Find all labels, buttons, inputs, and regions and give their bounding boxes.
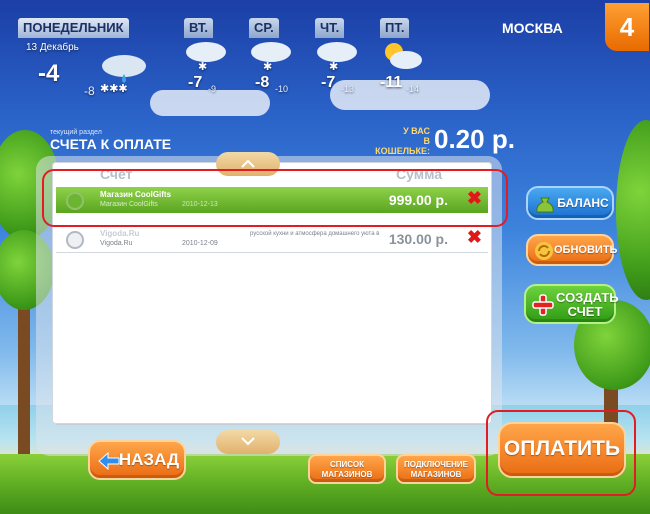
svg-text:✱: ✱ bbox=[198, 60, 207, 73]
refresh-button[interactable]: ОБНОВИТЬ bbox=[526, 234, 618, 266]
kiosk-screen: ПОНЕДЕЛЬНИК 13 Декабрь -4 -8 ✱✱✱ ВТ. ✱ -… bbox=[0, 0, 650, 514]
rain-snow-icon: ✱✱✱ bbox=[100, 55, 146, 94]
weather-day-fri: ПТ. -11 -14 bbox=[380, 18, 440, 98]
highlight-selected-row bbox=[42, 169, 508, 227]
weather-temp: -7 bbox=[188, 74, 203, 91]
weather-temp-low: -10 bbox=[275, 84, 289, 94]
weather-day-label: ЧТ. bbox=[315, 18, 345, 38]
snow-cloud-icon: ✱ bbox=[317, 42, 357, 73]
refresh-button-label: ОБНОВИТЬ bbox=[554, 244, 618, 256]
weather-temp: -11 bbox=[380, 74, 403, 91]
weather-date: 13 Декабрь bbox=[26, 42, 79, 53]
row-radio[interactable] bbox=[66, 231, 84, 249]
section-caption: текущий раздел bbox=[50, 129, 102, 136]
weather-day-thu: ЧТ. ✱ -7 -13 bbox=[315, 18, 375, 98]
tree-right bbox=[616, 120, 650, 300]
weather-day-tue: ВТ. ✱ -7 -9 bbox=[184, 18, 244, 98]
tree-trunk bbox=[18, 300, 30, 470]
row-divider bbox=[56, 252, 488, 253]
back-button[interactable]: НАЗАД bbox=[88, 440, 186, 480]
weather-day-label: ПОНЕДЕЛЬНИК bbox=[18, 18, 129, 38]
chevron-down-icon bbox=[241, 437, 255, 446]
weather-temp: -8 bbox=[255, 74, 270, 91]
row-subtitle: Vigoda.Ru bbox=[100, 240, 133, 247]
wallet-label-line2: В КОШЕЛЬКЕ: bbox=[375, 136, 430, 156]
shops-list-label-line1: СПИСОК bbox=[330, 460, 364, 469]
list-bottom-divider bbox=[56, 424, 488, 425]
row-amount: 130.00 р. bbox=[388, 231, 448, 247]
create-invoice-label-line1: СОЗДАТЬ bbox=[556, 290, 619, 305]
city-name: МОСКВА bbox=[502, 20, 563, 36]
create-invoice-button[interactable]: СОЗДАТЬ СЧЕТ bbox=[524, 284, 619, 324]
weather-day-label: СР. bbox=[249, 18, 279, 38]
svg-text:✱✱✱: ✱✱✱ bbox=[100, 82, 128, 94]
create-invoice-label-line2: СЧЕТ bbox=[567, 304, 603, 319]
weather-temp-low: -9 bbox=[208, 84, 217, 94]
arrow-left-icon bbox=[98, 452, 120, 470]
highlight-pay-button bbox=[486, 410, 636, 496]
table-row[interactable]: Vigoda.Ru Vigoda.Ru 2010-12-09 русской к… bbox=[56, 226, 488, 252]
balance-button-label: БАЛАНС bbox=[557, 196, 609, 210]
delete-icon[interactable]: ✖ bbox=[467, 227, 482, 248]
weather-temp-low: -14 bbox=[406, 84, 420, 94]
connect-shops-label-line2: МАГАЗИНОВ bbox=[410, 470, 462, 479]
weather-temp-low: -13 bbox=[341, 84, 355, 94]
balance-button[interactable]: БАЛАНС bbox=[526, 186, 614, 220]
svg-text:✱: ✱ bbox=[263, 60, 272, 73]
wallet-label-line1: У ВАС bbox=[403, 126, 430, 136]
wallet-label: У ВАС В КОШЕЛЬКЕ: bbox=[370, 126, 430, 156]
weather-day-wed: СР. ✱ -8 -10 bbox=[249, 18, 309, 98]
row-date: 2010-12-09 bbox=[182, 240, 218, 247]
row-title: Vigoda.Ru bbox=[100, 229, 140, 238]
wallet-balance: 0.20 р. bbox=[434, 124, 515, 154]
shops-list-button[interactable]: СПИСОК МАГАЗИНОВ bbox=[308, 454, 386, 484]
step-badge: 4 bbox=[605, 3, 649, 51]
snow-cloud-icon: ✱ bbox=[186, 42, 226, 73]
connect-shops-label-line1: ПОДКЛЮЧЕНИЕ bbox=[403, 460, 469, 469]
weather-temp: -4 bbox=[38, 60, 60, 87]
row-description: русской кухни и атмосфера домашнего уюта… bbox=[250, 231, 380, 237]
chevron-up-icon bbox=[241, 159, 255, 168]
back-button-label: НАЗАД bbox=[118, 450, 180, 469]
weather-day-label: ПТ. bbox=[380, 18, 410, 38]
refresh-icon bbox=[535, 242, 553, 260]
snow-cloud-icon: ✱ bbox=[251, 42, 291, 73]
connect-shops-button[interactable]: ПОДКЛЮЧЕНИЕ МАГАЗИНОВ bbox=[396, 454, 476, 484]
money-bag-icon bbox=[536, 197, 554, 213]
weather-day-label: ВТ. bbox=[184, 18, 213, 38]
plus-icon bbox=[532, 294, 554, 316]
sun-cloud-icon bbox=[385, 43, 422, 69]
svg-text:✱: ✱ bbox=[329, 60, 338, 73]
shops-list-label-line2: МАГАЗИНОВ bbox=[321, 470, 373, 479]
weather-temp: -7 bbox=[321, 74, 336, 91]
scroll-down-button[interactable] bbox=[216, 430, 280, 454]
page-title: СЧЕТА К ОПЛАТЕ bbox=[50, 136, 172, 152]
weather-today: ПОНЕДЕЛЬНИК 13 Декабрь -4 -8 ✱✱✱ bbox=[14, 18, 146, 102]
